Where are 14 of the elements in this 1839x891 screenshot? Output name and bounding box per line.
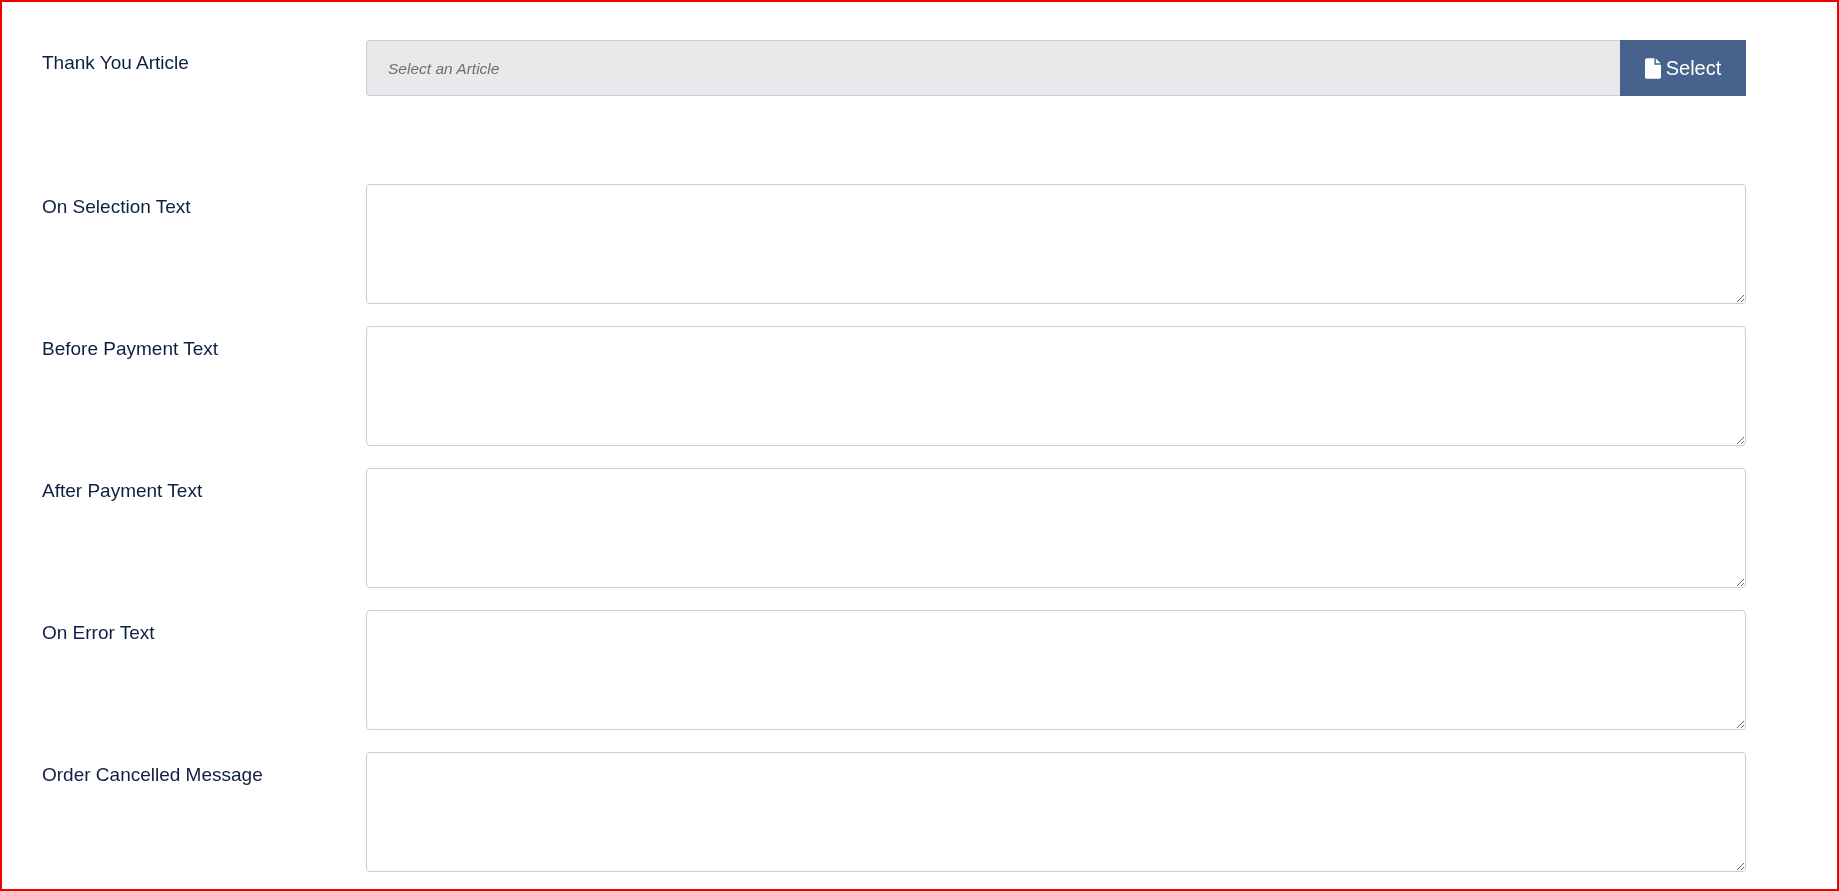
message-textarea[interactable] bbox=[366, 326, 1746, 446]
field-label: Order Cancelled Message bbox=[42, 764, 263, 785]
field-label: On Error Text bbox=[42, 622, 155, 643]
field-label: On Selection Text bbox=[42, 196, 191, 217]
article-field[interactable]: Select an Article bbox=[366, 40, 1620, 96]
field-label: Before Payment Text bbox=[42, 338, 219, 359]
message-textarea[interactable] bbox=[366, 610, 1746, 730]
file-icon bbox=[1644, 57, 1661, 79]
message-textarea[interactable] bbox=[366, 752, 1746, 872]
message-textarea[interactable] bbox=[366, 184, 1746, 304]
field-label: After Payment Text bbox=[42, 480, 203, 501]
field-label: Thank You Article bbox=[42, 52, 189, 73]
message-textarea[interactable] bbox=[366, 468, 1746, 588]
select-button[interactable]: Select bbox=[1620, 40, 1746, 96]
